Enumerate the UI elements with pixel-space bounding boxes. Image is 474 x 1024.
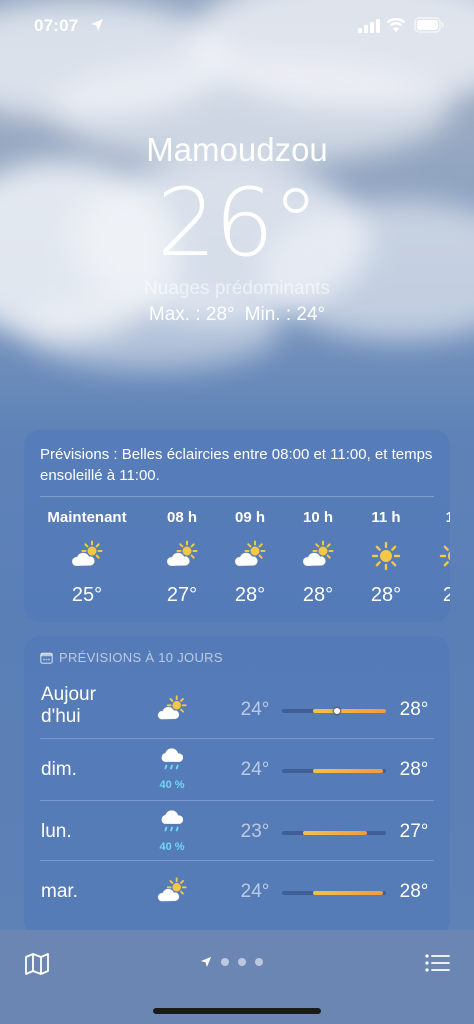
rain-cloud-icon: 40 % <box>152 744 192 791</box>
hour-label: 08 h <box>166 509 197 526</box>
partly-cloudy-icon <box>24 538 152 574</box>
map-icon[interactable] <box>24 952 50 976</box>
hour-label: Maintenant <box>47 509 127 526</box>
page-dot <box>238 958 246 966</box>
max-temperature: Max. : 28° <box>148 304 235 325</box>
location-arrow-icon <box>91 19 103 31</box>
hour-temperature: 25° <box>71 584 103 606</box>
page-dot <box>255 958 263 966</box>
city-name: Mamoudzou <box>146 131 328 168</box>
temperature-range-bar <box>282 831 386 835</box>
day-name: Aujour <box>41 684 96 705</box>
home-indicator[interactable] <box>153 1008 321 1014</box>
temperature-range-bar <box>282 769 386 773</box>
day-row[interactable]: Aujour d'hui 24° 28° <box>24 680 450 740</box>
hour-item: 11 h 28° <box>352 497 420 607</box>
low-temperature: 24° <box>240 699 270 720</box>
partly-cloudy-icon <box>216 538 284 574</box>
precipitation-chance: 40 % <box>159 779 185 791</box>
ten-day-forecast-card[interactable]: PRÉVISIONS À 10 JOURS Aujour d'hui 24° 28°… <box>24 636 450 936</box>
hour-item: 08 h 27° <box>148 497 216 607</box>
day-label: lun. <box>41 821 72 843</box>
precipitation-chance: 40 % <box>159 841 185 853</box>
sun-icon <box>420 538 450 574</box>
high-temperature: 28° <box>399 699 429 720</box>
day-name-cont: d'hui <box>41 706 81 727</box>
temperature-range-fill <box>313 709 386 713</box>
wifi-icon <box>386 18 406 32</box>
row-divider <box>40 738 434 739</box>
page-dot <box>221 958 229 966</box>
low-temperature: 24° <box>240 759 270 780</box>
day-row[interactable]: dim. 40 % 24° 28° <box>24 740 450 800</box>
high-temperature: 27° <box>399 821 429 842</box>
day-name: dim. <box>41 759 77 780</box>
day-name: lun. <box>41 821 72 842</box>
hour-temperature: 28 <box>442 584 450 606</box>
high-temperature: 28° <box>399 759 429 780</box>
current-weather: Mamoudzou 26° Nuages prédominants Max. :… <box>0 130 474 326</box>
hour-label: 10 h <box>302 509 333 526</box>
day-row[interactable]: mar. 24° 28° <box>24 862 450 922</box>
hour-item: Maintenant 25° <box>24 497 152 607</box>
hour-temperature: 28° <box>302 584 334 606</box>
status-bar: 07:07 <box>0 0 474 52</box>
hour-label: 11 h <box>371 509 401 526</box>
partly-cloudy-icon <box>284 538 352 574</box>
status-time: 07:07 <box>34 16 79 35</box>
high-low: Max. : 28° Min. : 24° <box>0 304 474 326</box>
current-temperature-dot <box>334 708 341 714</box>
rain-cloud-icon: 40 % <box>152 806 192 853</box>
temperature-range-bar <box>282 891 386 895</box>
temperature-range-bar <box>282 708 386 714</box>
ten-day-title: PRÉVISIONS À 10 JOURS <box>59 650 223 665</box>
hour-temperature: 28° <box>370 584 402 606</box>
forecast-summary: Prévisions : Belles éclaircies entre 08:… <box>40 446 433 484</box>
bottom-toolbar <box>0 930 474 1024</box>
cellular-signal-icon <box>358 19 380 33</box>
calendar-icon <box>40 652 53 664</box>
partly-cloudy-icon <box>148 538 216 574</box>
ten-day-header: PRÉVISIONS À 10 JOURS <box>24 636 450 665</box>
hour-item: 09 h 28° <box>216 497 284 607</box>
hourly-list[interactable]: Maintenant 25° 08 h 27° 09 h 28° 10 h 28° 11… <box>24 497 450 617</box>
partly-cloudy-icon <box>152 694 192 731</box>
min-temperature: Min. : 24° <box>244 304 326 325</box>
day-label: mar. <box>41 881 78 903</box>
row-divider <box>40 860 434 861</box>
sun-icon <box>352 538 420 574</box>
low-temperature: 23° <box>240 821 270 842</box>
temperature-range-fill <box>313 769 383 773</box>
temperature-range-fill <box>302 831 368 835</box>
day-row[interactable]: lun. 40 % 23° 27° <box>24 802 450 862</box>
day-label: dim. <box>41 759 77 781</box>
row-divider <box>40 800 434 801</box>
high-temperature: 28° <box>399 881 429 902</box>
hour-label: 12 <box>445 509 450 526</box>
condition-text: Nuages prédominants <box>144 278 330 299</box>
hour-item: 10 h 28° <box>284 497 352 607</box>
battery-icon <box>414 17 444 33</box>
temperature-range-fill <box>313 891 383 895</box>
current-temperature: 26° <box>156 169 320 278</box>
hour-temperature: 27° <box>166 584 198 606</box>
page-indicator[interactable] <box>200 956 263 968</box>
hour-item: 12 28 <box>420 497 450 607</box>
partly-cloudy-icon <box>152 876 192 913</box>
hourly-forecast-card[interactable]: Prévisions : Belles éclaircies entre 08:… <box>24 430 450 622</box>
hour-temperature: 28° <box>234 584 266 606</box>
day-label: Aujour d'hui <box>41 684 96 728</box>
day-name: mar. <box>41 881 78 902</box>
low-temperature: 24° <box>240 881 270 902</box>
location-page-icon <box>200 956 212 968</box>
hour-label: 09 h <box>234 509 265 526</box>
list-icon[interactable] <box>424 952 450 974</box>
